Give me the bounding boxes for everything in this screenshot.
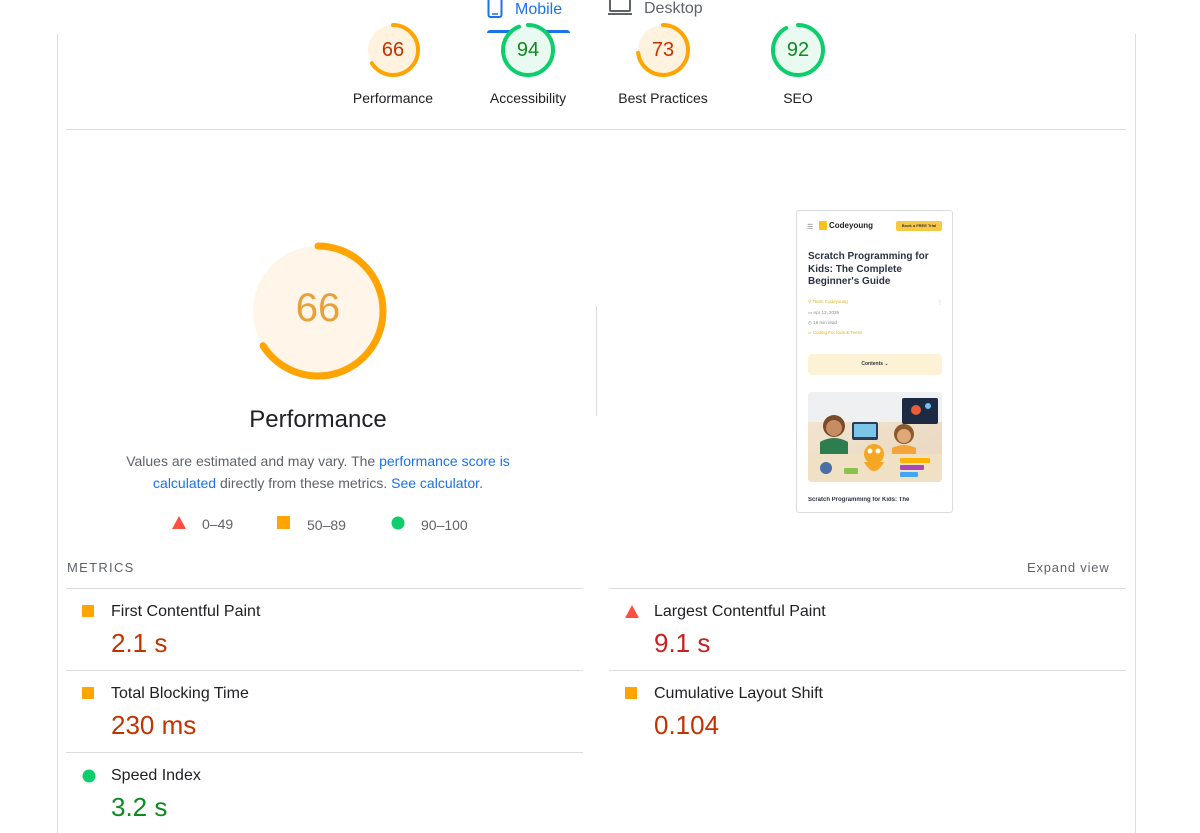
hamburger-icon: ☰ bbox=[807, 224, 814, 231]
phone-icon bbox=[487, 0, 503, 23]
seo-label: SEO bbox=[783, 90, 813, 106]
metric-label: Cumulative Layout Shift bbox=[654, 685, 823, 702]
performance-gauge: 66 bbox=[365, 22, 421, 78]
best-practices-gauge: 73 bbox=[635, 22, 691, 78]
description-text: directly from these metrics. bbox=[216, 475, 392, 491]
metrics-divider bbox=[66, 752, 583, 753]
metrics-divider bbox=[66, 670, 583, 671]
accessibility-score: 94 bbox=[516, 39, 540, 61]
thumb-logo: Codeyoung bbox=[819, 221, 873, 230]
metric-label: Total Blocking Time bbox=[111, 685, 249, 702]
best-practices-label: Best Practices bbox=[618, 90, 708, 106]
category-performance[interactable]: 66 Performance bbox=[328, 22, 458, 106]
metrics-divider bbox=[66, 588, 583, 589]
metric-value: 3.2 s bbox=[111, 792, 168, 822]
metric-label: Largest Contentful Paint bbox=[654, 603, 826, 620]
performance-big-gauge: 66 bbox=[248, 241, 388, 381]
square-icon bbox=[625, 687, 638, 705]
category-seo[interactable]: 92 SEO bbox=[733, 22, 863, 106]
square-icon bbox=[82, 605, 95, 623]
metric-value: 0.104 bbox=[654, 710, 720, 740]
description-text: Values are estimated and may vary. The bbox=[126, 453, 380, 469]
metric-value: 2.1 s bbox=[111, 628, 168, 658]
thumb-date: ▭ Apr 13, 2026 bbox=[808, 310, 840, 315]
performance-label: Performance bbox=[352, 90, 434, 106]
accessibility-gauge: 94 bbox=[500, 22, 556, 78]
triangle-icon bbox=[172, 516, 186, 532]
square-icon bbox=[277, 516, 291, 533]
metrics-divider bbox=[609, 670, 1126, 671]
metric-cumulative-layout-shift[interactable]: Cumulative Layout Shift 0.104 bbox=[609, 672, 1109, 752]
performance-description: Values are estimated and may vary. The p… bbox=[108, 450, 528, 494]
square-icon bbox=[82, 687, 95, 705]
metric-speed-index[interactable]: Speed Index 3.2 s bbox=[66, 754, 566, 833]
legend-average-range: 50–89 bbox=[307, 516, 346, 533]
category-best-practices[interactable]: 73 Best Practices bbox=[598, 22, 728, 106]
thumb-contents: Contents ⌄ bbox=[808, 354, 942, 375]
description-text: . bbox=[479, 475, 483, 491]
see-calculator-link[interactable]: See calculator bbox=[391, 475, 479, 491]
vertical-separator bbox=[596, 306, 597, 416]
tab-desktop[interactable]: Desktop bbox=[608, 0, 703, 21]
performance-score: 66 bbox=[381, 39, 405, 61]
legend-pass-range: 90–100 bbox=[421, 516, 468, 533]
tab-desktop-label: Desktop bbox=[644, 0, 703, 17]
metric-label: Speed Index bbox=[111, 767, 201, 784]
metric-first-contentful-paint[interactable]: First Contentful Paint 2.1 s bbox=[66, 590, 566, 670]
seo-score: 92 bbox=[786, 39, 810, 61]
metrics-divider bbox=[609, 588, 1126, 589]
circle-icon bbox=[82, 769, 96, 788]
category-accessibility[interactable]: 94 Accessibility bbox=[463, 22, 593, 106]
metric-label: First Contentful Paint bbox=[111, 603, 261, 620]
best-practices-score: 73 bbox=[651, 39, 675, 61]
thumb-cta-button: Book a FREE Trial bbox=[896, 221, 942, 231]
performance-big-score: 66 bbox=[295, 286, 341, 330]
metric-value: 230 ms bbox=[111, 710, 197, 740]
thumb-read-time: ◷ 16 min read bbox=[808, 320, 837, 325]
legend-fail-range: 0–49 bbox=[202, 516, 234, 532]
thumb-category: ▱ Coding For Kids & Teens bbox=[808, 330, 863, 335]
accessibility-label: Accessibility bbox=[489, 90, 567, 106]
metric-total-blocking-time[interactable]: Total Blocking Time 230 ms bbox=[66, 672, 566, 752]
expand-view-button[interactable]: Expand view bbox=[1027, 560, 1110, 575]
legend-pass: 90–100 bbox=[391, 516, 468, 533]
tab-mobile-label: Mobile bbox=[515, 0, 563, 18]
thumb-footer-text: Scratch Programming for Kids: The bbox=[808, 497, 910, 503]
legend-average: 50–89 bbox=[277, 516, 346, 533]
section-divider bbox=[66, 129, 1126, 130]
triangle-icon bbox=[625, 605, 639, 623]
seo-gauge: 92 bbox=[770, 22, 826, 78]
thumb-author: ⚲ Team Codeyoung bbox=[808, 299, 848, 304]
metrics-heading: METRICS bbox=[67, 560, 135, 575]
thumb-hero-image bbox=[808, 392, 942, 482]
thumb-header: ☰ Codeyoung Book a FREE Trial bbox=[807, 221, 942, 235]
metric-value: 9.1 s bbox=[654, 628, 711, 658]
thumb-title: Scratch Programming for Kids: The Comple… bbox=[808, 251, 929, 287]
performance-title: Performance bbox=[249, 406, 387, 433]
tab-mobile[interactable]: Mobile bbox=[487, 0, 562, 23]
circle-icon bbox=[391, 516, 405, 533]
page-screenshot[interactable]: ☰ Codeyoung Book a FREE Trial Scratch Pr… bbox=[796, 210, 953, 513]
laptop-icon bbox=[608, 0, 632, 21]
more-icon: ⋮ bbox=[937, 300, 943, 306]
metric-largest-contentful-paint[interactable]: Largest Contentful Paint 9.1 s bbox=[609, 590, 1109, 670]
legend-fail: 0–49 bbox=[172, 516, 233, 532]
